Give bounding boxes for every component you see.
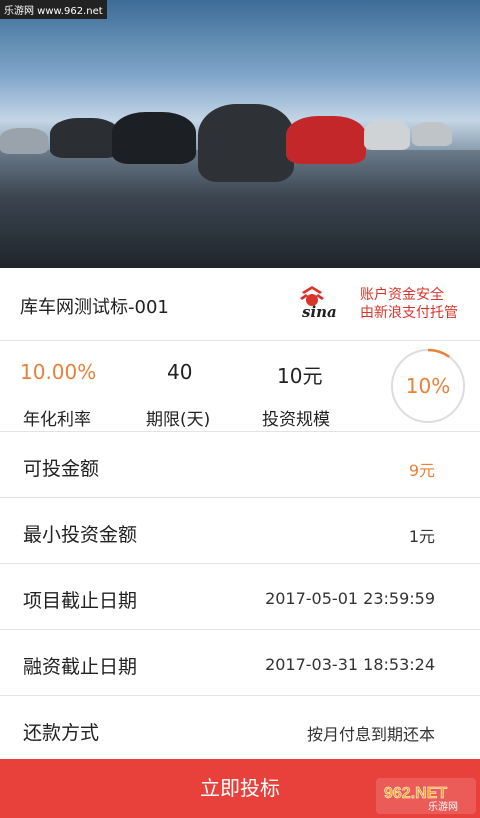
min-invest-label: 最小投资金额 — [23, 524, 138, 546]
available-amount-label: 可投金额 — [23, 458, 100, 480]
divider — [0, 695, 480, 696]
car-image — [286, 116, 366, 164]
sina-line-2: 由新浪支付托管 — [360, 305, 458, 321]
term-label: 期限(天) — [146, 410, 211, 430]
divider — [0, 497, 480, 498]
badge-text: 962.NET — [384, 785, 447, 802]
financing-deadline-label: 融资截止日期 — [23, 656, 138, 678]
car-image — [412, 122, 452, 146]
term-value: 40 — [167, 360, 193, 384]
rate-label: 年化利率 — [23, 410, 91, 430]
repayment-method-value: 按月付息到期还本 — [306, 725, 435, 744]
scale-label: 投资规模 — [262, 410, 330, 430]
divider — [0, 340, 480, 341]
scale-value: 10元 — [277, 364, 323, 388]
hero-banner: 乐游网 www.962.net — [0, 0, 480, 268]
car-image — [198, 104, 294, 182]
sina-logo: sina — [300, 286, 337, 320]
progress-percent: 10% — [405, 374, 451, 398]
badge-subtext: 乐游网 — [428, 800, 458, 813]
car-image — [50, 118, 120, 158]
svg-text:sina: sina — [302, 303, 337, 320]
car-image — [364, 120, 410, 150]
financing-deadline-value: 2017-03-31 18:53:24 — [265, 655, 435, 674]
sina-guarantee: 账户资金安全 由新浪支付托管 — [360, 286, 458, 322]
divider — [0, 563, 480, 564]
watermark-text: 乐游网 www.962.net — [0, 0, 107, 19]
divider — [0, 629, 480, 630]
sina-line-1: 账户资金安全 — [360, 287, 444, 303]
project-deadline-label: 项目截止日期 — [23, 590, 138, 612]
product-title: 库车网测试标-001 — [20, 297, 169, 318]
rate-value: 10.00% — [20, 360, 97, 384]
divider — [0, 431, 480, 432]
available-amount-value: 9元 — [408, 461, 435, 480]
car-image — [0, 128, 48, 154]
project-deadline-value: 2017-05-01 23:59:59 — [265, 589, 435, 608]
repayment-method-label: 还款方式 — [23, 722, 100, 744]
min-invest-value: 1元 — [408, 527, 435, 546]
site-badge: 962.NET 乐游网 — [376, 778, 476, 814]
car-image — [112, 112, 196, 164]
